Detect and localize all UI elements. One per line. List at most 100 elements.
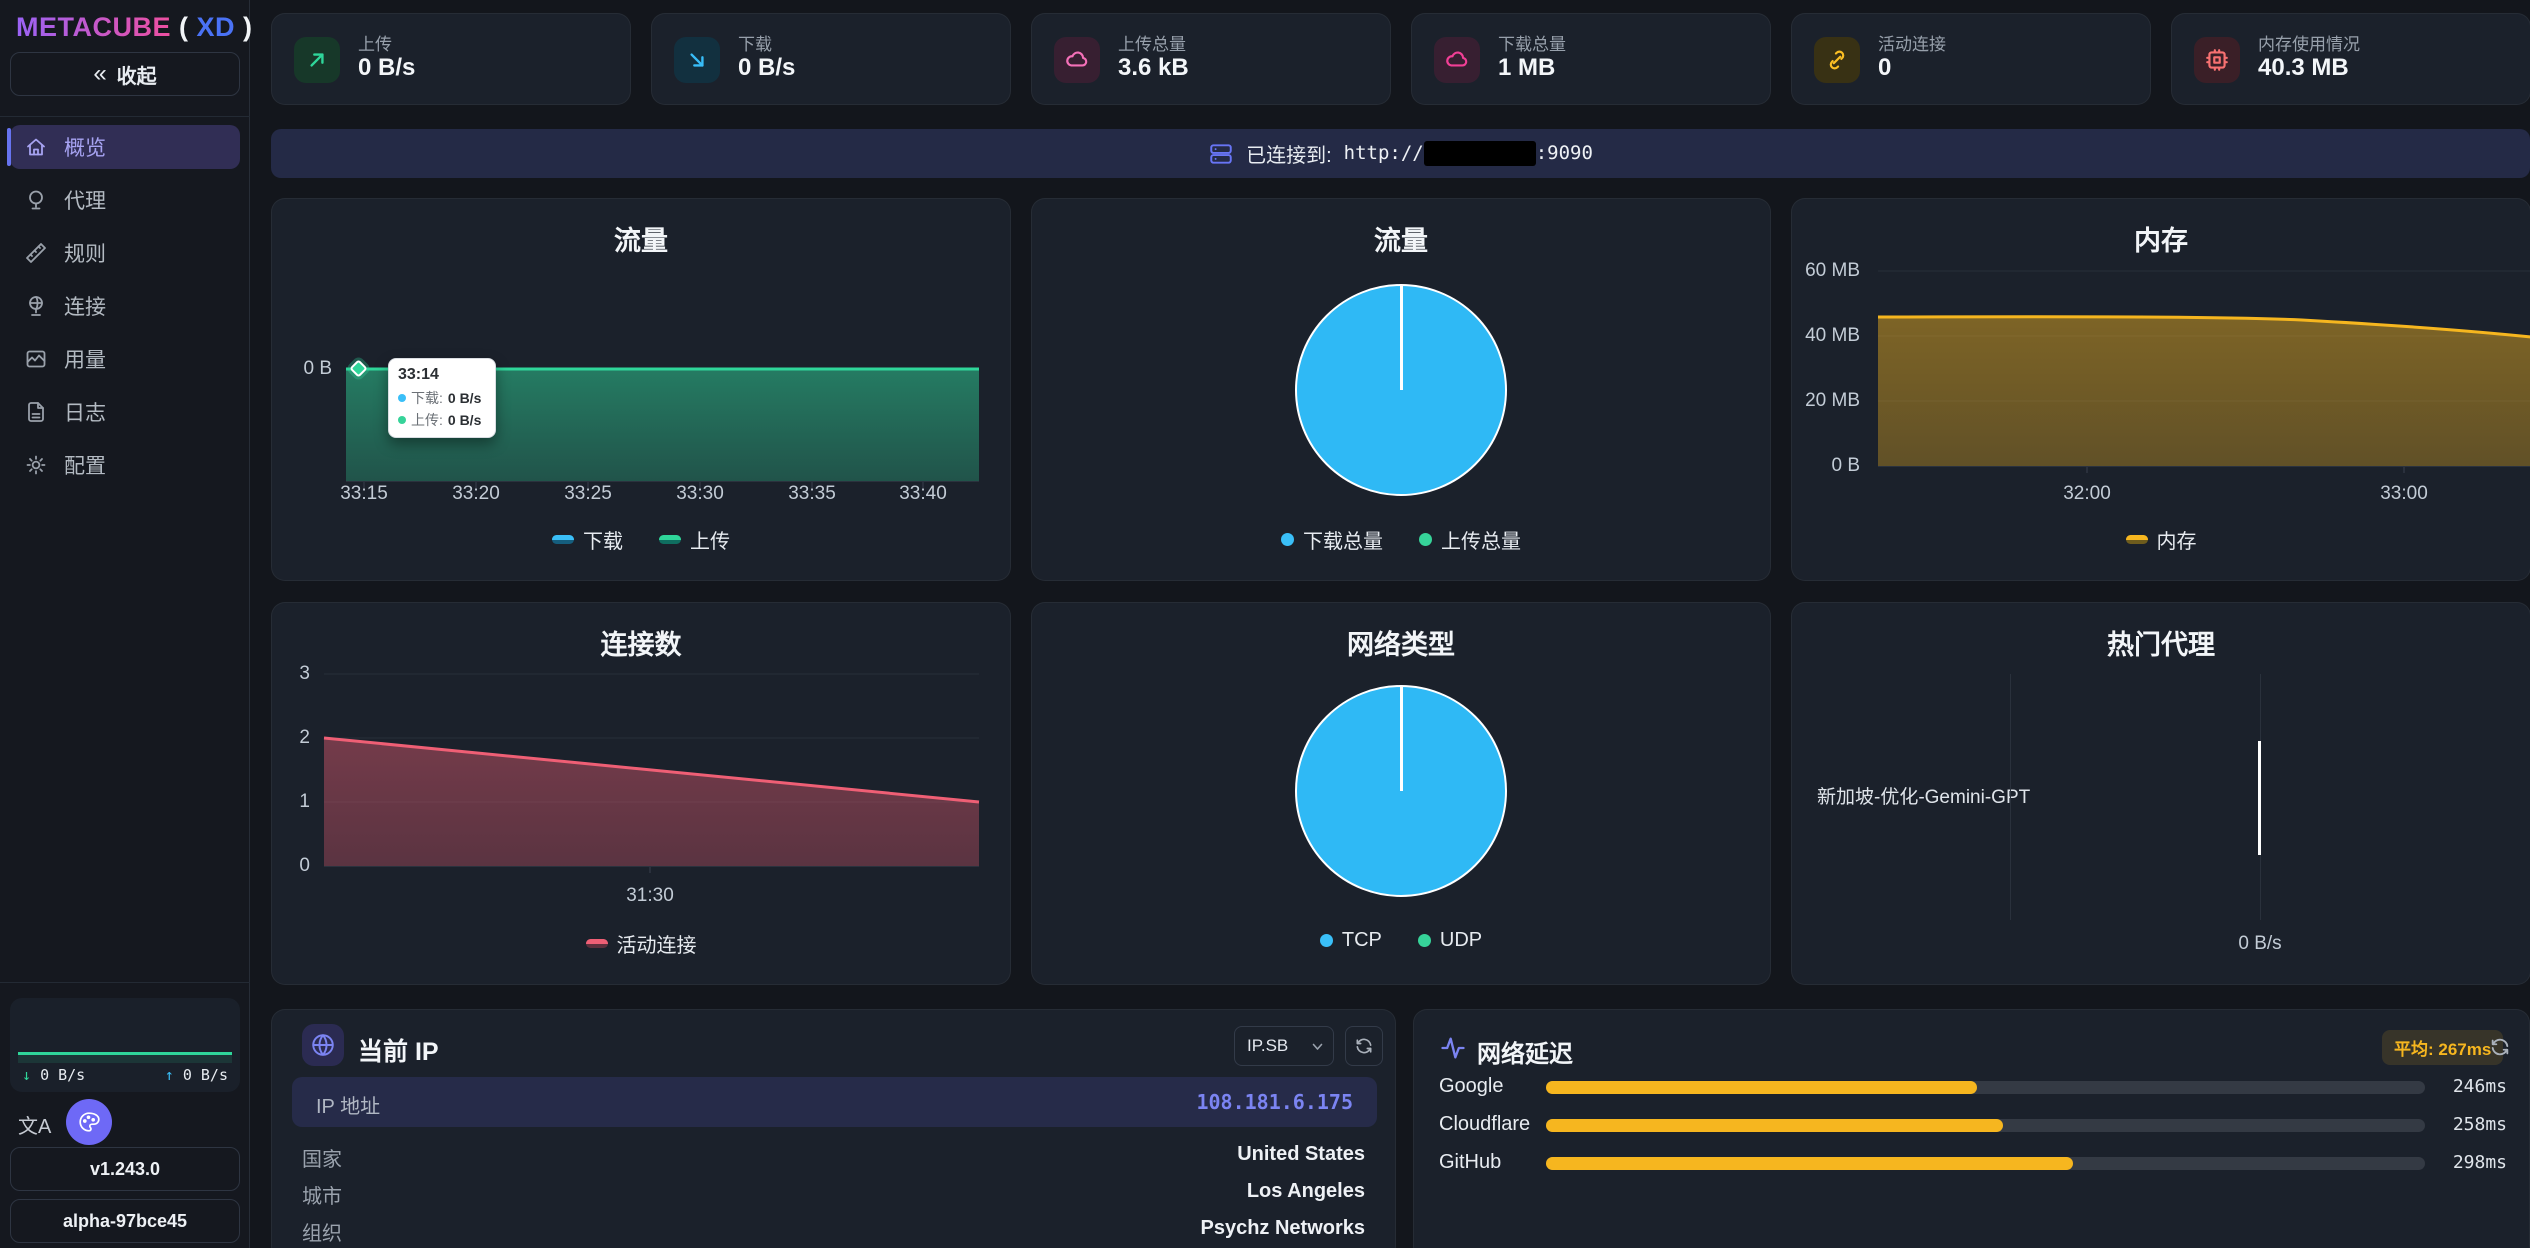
sidebar-item-logs[interactable]: 日志 xyxy=(10,390,240,434)
card-title: 网络延迟 xyxy=(1477,1034,1573,1069)
legend-label: UDP xyxy=(1440,929,1482,952)
legend-marker xyxy=(2126,535,2148,544)
legend-item-tcp[interactable]: TCP xyxy=(1320,929,1382,952)
ip-refresh-button[interactable] xyxy=(1345,1026,1383,1066)
ip-row-value: Psychz Networks xyxy=(1200,1217,1365,1240)
legend-marker xyxy=(586,939,608,948)
chart-title: 热门代理 xyxy=(1792,623,2530,662)
chart-tooltip: 33:14 下载:0 B/s 上传:0 B/s xyxy=(388,358,496,438)
latency-value: 258ms xyxy=(2453,1114,2507,1135)
stat-value: 0 B/s xyxy=(358,54,415,82)
banner-url: http:// :9090 xyxy=(1344,141,1593,166)
memory-chart-card: 内存 60 MB 40 MB 20 MB 0 B 32:00 33:00 内存 xyxy=(1791,198,2530,581)
legend-item-download-total[interactable]: 下载总量 xyxy=(1281,525,1383,554)
collapse-label: 收起 xyxy=(117,60,157,89)
x-tick: 32:00 xyxy=(2052,483,2122,505)
ip-row-value: Los Angeles xyxy=(1247,1180,1365,1203)
chart-title: 网络类型 xyxy=(1032,623,1770,662)
sidebar-item-label: 连接 xyxy=(64,291,106,321)
x-tick: 33:20 xyxy=(441,483,511,505)
globe-stand-icon xyxy=(24,294,48,318)
latency-bar-track xyxy=(1546,1081,2425,1094)
legend-item-udp[interactable]: UDP xyxy=(1418,929,1482,952)
stat-card-memory: 内存使用情况 40.3 MB xyxy=(2171,13,2530,105)
ip-row-label: 组织 xyxy=(302,1217,342,1246)
upload-dot xyxy=(398,416,406,424)
legend-marker xyxy=(1320,934,1333,947)
tooltip-row: 上传:0 B/s xyxy=(398,410,486,430)
legend-item-upload-total[interactable]: 上传总量 xyxy=(1419,525,1521,554)
legend-item-download[interactable]: 下载 xyxy=(552,525,623,554)
logo-paren-close: ) xyxy=(235,12,253,42)
down-arrow-icon: ↓ xyxy=(22,1066,31,1084)
ui-build-button[interactable]: alpha-97bce45 xyxy=(10,1199,240,1243)
stat-label: 内存使用情况 xyxy=(2258,30,2360,55)
server-icon xyxy=(1208,141,1234,167)
legend-item-memory[interactable]: 内存 xyxy=(2126,525,2197,554)
mini-download-value: 0 B/s xyxy=(40,1066,85,1084)
latency-bar-track xyxy=(1546,1119,2425,1132)
chart-legend: 下载总量 上传总量 xyxy=(1032,525,1770,554)
redacted-host xyxy=(1424,141,1536,166)
sidebar-item-label: 概览 xyxy=(64,132,106,162)
latency-bar-fill xyxy=(1546,1119,2003,1132)
card-title: 当前 IP xyxy=(358,1032,439,1068)
mini-download-stat: ↓ 0 B/s xyxy=(22,1066,85,1084)
legend-label: TCP xyxy=(1342,929,1382,952)
cpu-icon xyxy=(2194,37,2240,83)
sidebar-item-label: 用量 xyxy=(64,344,106,374)
x-tick: 33:40 xyxy=(888,483,958,505)
legend-item-active-connections[interactable]: 活动连接 xyxy=(586,929,697,958)
sidebar-item-proxies[interactable]: 代理 xyxy=(10,178,240,222)
download-dot xyxy=(398,394,406,402)
collapse-icon: « xyxy=(93,60,106,88)
arrow-up-right-icon xyxy=(294,37,340,83)
stat-label: 上传总量 xyxy=(1118,30,1186,55)
language-button[interactable]: 文A xyxy=(18,1110,51,1139)
tooltip-value: 0 B/s xyxy=(448,390,481,406)
stat-label: 下载总量 xyxy=(1498,30,1566,55)
mini-upload-stat: ↑ 0 B/s xyxy=(165,1066,228,1084)
sidebar-item-config[interactable]: 配置 xyxy=(10,443,240,487)
sidebar-item-rules[interactable]: 规则 xyxy=(10,231,240,275)
core-version-button[interactable]: v1.243.0 xyxy=(10,1147,240,1191)
x-tick: 0 B/s xyxy=(2210,933,2310,955)
cloud-icon xyxy=(1434,37,1480,83)
latency-value: 298ms xyxy=(2453,1152,2507,1173)
banner-url-port: :9090 xyxy=(1536,142,1593,164)
x-tick: 33:15 xyxy=(329,483,399,505)
app-logo: METACUBE ( XD ) xyxy=(16,12,253,43)
ip-source-select[interactable]: IP.SB xyxy=(1234,1026,1334,1066)
stat-card-download-total: 下载总量 1 MB xyxy=(1411,13,1771,105)
legend-label: 活动连接 xyxy=(617,929,697,958)
sidebar-item-usage[interactable]: 用量 xyxy=(10,337,240,381)
home-icon xyxy=(24,135,48,159)
x-tick: 31:30 xyxy=(615,885,685,907)
sidebar-item-overview[interactable]: 概览 xyxy=(10,125,240,169)
gear-icon xyxy=(24,453,48,477)
stat-value: 0 xyxy=(1878,54,1891,82)
pie-slice-divider xyxy=(1400,687,1403,791)
stat-label: 下载 xyxy=(738,30,772,55)
chart-title: 流量 xyxy=(1032,219,1770,258)
network-latency-card: 网络延迟 平均: 267ms Google 246ms Cloudflare 2… xyxy=(1413,1009,2530,1248)
traffic-pie-card: 流量 下载总量 上传总量 xyxy=(1031,198,1771,581)
ip-row-value: United States xyxy=(1237,1143,1365,1166)
traffic-chart-card: 流量 0 B 33:14 下载:0 B/s 上传:0 B/s 33:15 33:… xyxy=(271,198,1011,581)
theme-palette-button[interactable] xyxy=(66,1099,112,1145)
latency-refresh-button[interactable] xyxy=(2489,1036,2511,1058)
latency-site-name: Cloudflare xyxy=(1439,1113,1530,1136)
chart-legend: 内存 xyxy=(1792,525,2530,554)
active-indicator xyxy=(7,128,11,166)
grid-line xyxy=(2010,674,2011,920)
zero-value-bar xyxy=(2258,741,2261,855)
sidebar-item-connections[interactable]: 连接 xyxy=(10,284,240,328)
current-ip-card: 当前 IP IP.SB IP 地址 108.181.6.175 国家 Unite… xyxy=(271,1009,1396,1248)
legend-item-upload[interactable]: 上传 xyxy=(659,525,730,554)
tooltip-label: 下载: xyxy=(411,388,443,408)
ui-build-label: alpha-97bce45 xyxy=(63,1211,187,1232)
stat-value: 40.3 MB xyxy=(2258,54,2349,82)
banner-url-prefix: http:// xyxy=(1344,142,1424,164)
collapse-sidebar-button[interactable]: « 收起 xyxy=(10,52,240,96)
stat-label: 活动连接 xyxy=(1878,30,1946,55)
